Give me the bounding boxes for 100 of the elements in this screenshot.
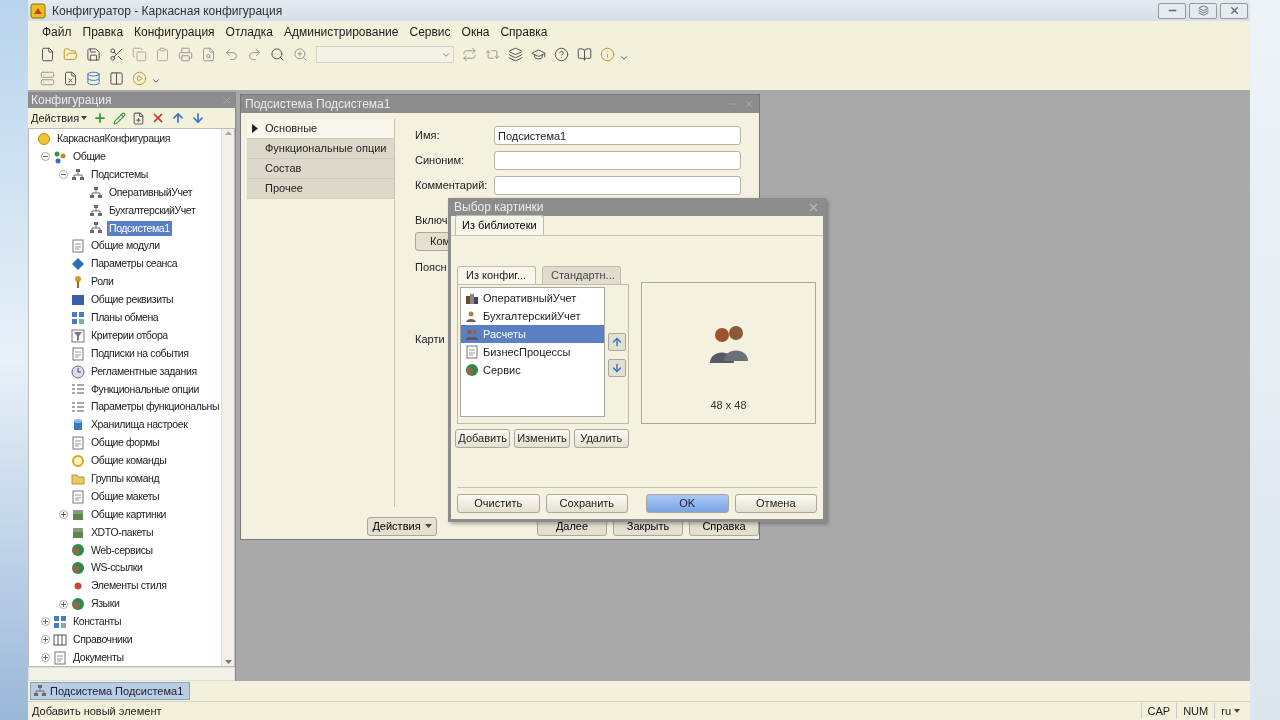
tree-item[interactable]: Справочники	[71, 632, 135, 648]
source-tab[interactable]: Стандартн...	[542, 266, 621, 284]
collapse-toggle[interactable]	[59, 170, 68, 180]
dialog-tab[interactable]: Из библиотеки	[455, 215, 544, 235]
tree-item[interactable]: Общие команды	[89, 453, 169, 469]
scroll-up-icon[interactable]	[224, 131, 232, 135]
tree-item[interactable]: Документы	[71, 649, 126, 666]
actions-menu-button[interactable]: Действия	[367, 516, 437, 536]
tree-item[interactable]: Группы команд	[89, 471, 162, 487]
redo-icon[interactable]	[247, 47, 262, 62]
dialog-button[interactable]: Очистить	[457, 494, 540, 513]
collapse-toggle[interactable]	[41, 152, 50, 162]
dialog-button[interactable]: Сохранить	[545, 494, 629, 513]
text-field[interactable]: Подсистема1	[494, 126, 741, 145]
section-tab[interactable]: Функциональные опции	[247, 139, 394, 159]
print-preview-icon[interactable]	[201, 47, 216, 62]
source-tab[interactable]: Из конфиг...	[457, 266, 536, 284]
copy-element-icon[interactable]	[132, 111, 146, 125]
tree-item[interactable]: Хранилища настроек	[89, 417, 190, 434]
move-down-button[interactable]	[608, 359, 626, 377]
expand-toggle[interactable]	[41, 635, 50, 645]
undo-icon[interactable]	[224, 47, 239, 62]
section-tab[interactable]: Основные	[247, 119, 394, 139]
columns-icon[interactable]	[109, 70, 124, 86]
menu-item[interactable]: Конфигурация	[134, 23, 215, 41]
scroll-down-icon[interactable]	[224, 660, 232, 664]
dialog-button[interactable]: OK	[646, 494, 729, 513]
dialog-button[interactable]: Отмена	[734, 494, 818, 513]
play-icon[interactable]	[132, 70, 147, 86]
close-button[interactable]	[1220, 2, 1248, 19]
tree-item[interactable]: Константы	[71, 614, 124, 630]
menu-item[interactable]: Администрирование	[284, 23, 399, 41]
tree-item[interactable]: Функциональные опции	[89, 381, 201, 398]
picture-list-item[interactable]: ОперативныйУчет	[461, 289, 604, 307]
tree-item[interactable]: Элементы стиля	[89, 578, 169, 595]
tree-item[interactable]: Подсистема1	[107, 220, 172, 237]
picture-list-item[interactable]: БухгалтерскийУчет	[461, 307, 604, 325]
tree-item[interactable]: Общие реквизиты	[89, 292, 176, 308]
add-icon[interactable]	[93, 111, 108, 125]
menu-item[interactable]: Справка	[500, 23, 548, 41]
tree-item[interactable]: КаркаснаяКонфигурация	[55, 131, 173, 147]
menu-item[interactable]: Сервис	[409, 23, 451, 41]
list-action-button[interactable]: Изменить	[514, 429, 570, 448]
horizontal-scrollbar[interactable]	[28, 667, 235, 681]
menu-item[interactable]: Отладка	[225, 23, 274, 41]
book-icon[interactable]	[577, 47, 592, 62]
text-field[interactable]	[494, 176, 741, 195]
minimize-button[interactable]	[1158, 2, 1186, 19]
section-tab[interactable]: Прочее	[247, 179, 394, 199]
printer-icon[interactable]	[178, 47, 193, 62]
tree-item[interactable]: Параметры функциональны	[89, 399, 222, 416]
tree-item[interactable]: Языки	[89, 596, 122, 612]
menu-item[interactable]: Правка	[82, 23, 124, 41]
expand-toggle[interactable]	[41, 617, 50, 627]
tree-item[interactable]: Подписки на события	[89, 345, 191, 362]
picture-list-item[interactable]: БизнесПроцессы	[461, 343, 604, 361]
picture-list-item[interactable]: Сервис	[461, 361, 604, 379]
tree-item[interactable]: XDTO-пакеты	[89, 524, 156, 541]
new-file-icon[interactable]	[40, 47, 55, 62]
actions-menu-button[interactable]: Действия	[31, 109, 88, 127]
move-down-icon[interactable]	[191, 111, 206, 125]
menu-item[interactable]: Файл	[42, 23, 72, 41]
list-action-button[interactable]: Удалить	[573, 429, 629, 448]
section-tab[interactable]: Состав	[247, 159, 394, 179]
text-field[interactable]	[494, 151, 741, 170]
server-icon[interactable]	[40, 70, 55, 86]
scissors-icon[interactable]	[109, 47, 124, 62]
menu-item[interactable]: Окна	[461, 23, 490, 41]
window-tab[interactable]: Подсистема Подсистема1	[30, 682, 190, 700]
help-icon[interactable]	[554, 47, 569, 62]
tree-item[interactable]: Критерии отбора	[89, 327, 170, 344]
tree-item[interactable]: Общие макеты	[89, 488, 162, 505]
search-icon[interactable]	[270, 47, 285, 62]
picture-list-item[interactable]: Расчеты	[461, 325, 604, 343]
zoom-icon[interactable]	[293, 47, 308, 62]
graduation-cap-icon[interactable]	[531, 47, 546, 62]
tree-item[interactable]: Подсистемы	[89, 166, 150, 183]
move-up-button[interactable]	[608, 333, 626, 351]
clipboard-icon[interactable]	[155, 47, 170, 62]
info-icon[interactable]	[600, 47, 615, 62]
list-action-button[interactable]: Добавить	[455, 429, 511, 448]
move-up-icon[interactable]	[171, 111, 186, 125]
tree-item[interactable]: WS-ссылки	[89, 560, 145, 577]
caret-icon[interactable]	[151, 76, 161, 86]
language-indicator[interactable]: ru	[1214, 702, 1246, 720]
expand-toggle[interactable]	[41, 653, 50, 663]
database-icon[interactable]	[86, 70, 101, 86]
save-icon[interactable]	[86, 47, 101, 62]
tree-item[interactable]: Планы обмена	[89, 309, 161, 326]
vertical-scrollbar[interactable]	[221, 129, 234, 666]
tree-item[interactable]: Роли	[89, 274, 116, 290]
find-previous-icon[interactable]	[485, 47, 500, 62]
tree-item[interactable]: Web-сервисы	[89, 542, 155, 559]
tree-item[interactable]: Общие	[71, 148, 108, 165]
expand-toggle[interactable]	[59, 599, 68, 609]
copy-icon[interactable]	[132, 47, 147, 62]
tree-item[interactable]: Общие картинки	[89, 506, 169, 523]
document-icon[interactable]	[63, 70, 78, 86]
find-next-icon[interactable]	[462, 47, 477, 62]
tree-item[interactable]: ОперативныйУчет	[107, 184, 195, 201]
